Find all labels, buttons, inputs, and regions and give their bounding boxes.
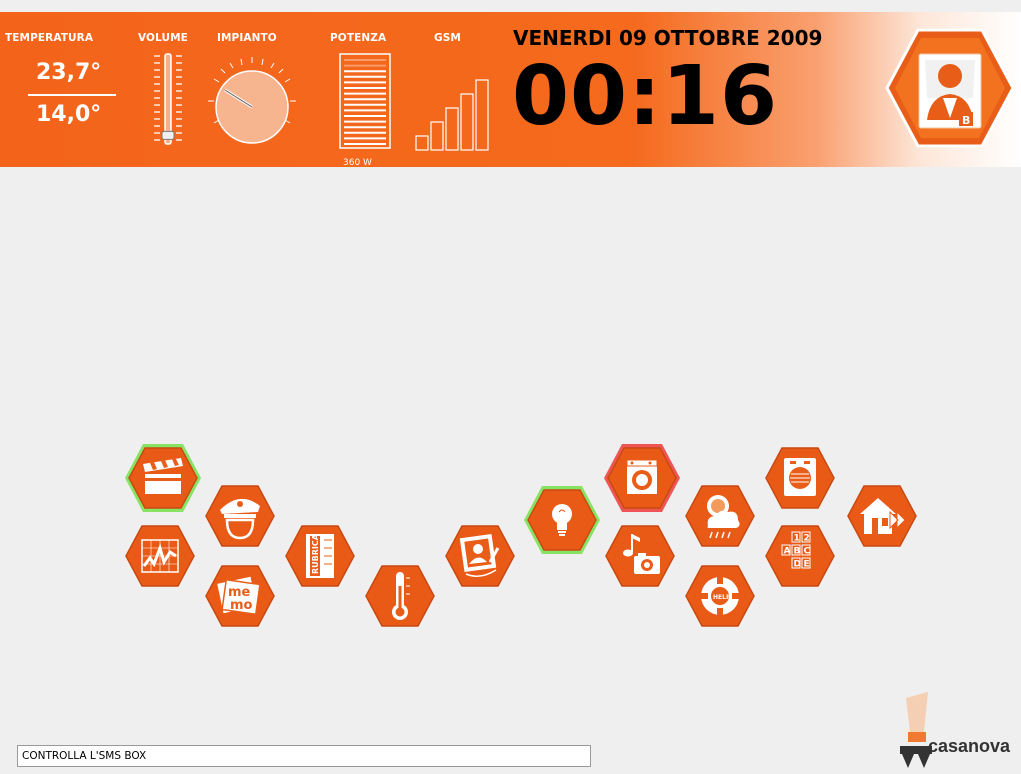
svg-text:mo: mo xyxy=(230,598,253,613)
temperature-outside: 14,0° xyxy=(36,102,102,127)
potenza-label: POTENZA xyxy=(330,32,387,44)
hex-keypad-button[interactable]: 1 2 A B C D E xyxy=(760,518,840,594)
impianto-label: IMPIANTO xyxy=(217,32,277,44)
rubrica-icon: RUBRICA xyxy=(306,533,334,578)
volume-slider[interactable] xyxy=(148,52,188,152)
lifebuoy-icon: HELP xyxy=(701,577,739,615)
gsm-label: GSM xyxy=(434,32,461,44)
clock-display: 00:16 xyxy=(512,49,779,144)
date-display: VENERDI 09 OTTOBRE 2009 xyxy=(513,26,823,50)
keypad-key: A xyxy=(784,547,791,557)
washing-machine-icon xyxy=(626,459,658,494)
user-profile-icon[interactable]: B xyxy=(885,24,1015,154)
svg-text:HELP: HELP xyxy=(713,594,731,601)
hex-help-button[interactable]: HELP xyxy=(680,558,760,634)
hex-appliances-button[interactable] xyxy=(602,440,682,516)
svg-text:RUBRICA: RUBRICA xyxy=(311,533,320,574)
keypad-key: B xyxy=(794,547,801,557)
casanova-logo-icon xyxy=(900,692,932,768)
hex-rubrica-button[interactable]: RUBRICA xyxy=(280,518,360,594)
temperature-label: TEMPERATURA xyxy=(5,32,94,44)
hex-memo-button[interactable]: me mo xyxy=(200,558,280,634)
temperature-inside: 23,7° xyxy=(36,60,102,85)
hex-clapperboard-button[interactable] xyxy=(123,440,203,516)
temperature-divider xyxy=(28,94,116,96)
keypad-key: C xyxy=(804,547,811,557)
gsm-bar xyxy=(475,79,489,151)
hex-thermometer-button[interactable] xyxy=(360,558,440,634)
hex-energy-chart-button[interactable] xyxy=(120,518,200,594)
gsm-bar xyxy=(430,121,444,151)
brand-name: casanova xyxy=(928,736,1011,756)
sms-status-field[interactable] xyxy=(17,745,591,767)
svg-text:B: B xyxy=(962,114,970,127)
potenza-value: 360 W xyxy=(343,158,372,168)
hex-multimedia-button[interactable] xyxy=(600,518,680,594)
hex-lights-button[interactable] xyxy=(522,482,602,558)
gsm-bar xyxy=(460,93,474,151)
gsm-bar xyxy=(415,135,429,151)
hex-radio-button[interactable] xyxy=(760,440,840,516)
impianto-dial[interactable] xyxy=(205,54,299,148)
status-header: TEMPERATURA VOLUME IMPIANTO POTENZA GSM … xyxy=(0,12,1021,168)
potenza-meter xyxy=(339,53,391,149)
keypad-key: E xyxy=(804,560,810,570)
hex-photo-frame-button[interactable] xyxy=(440,518,520,594)
hex-security-button[interactable] xyxy=(200,478,280,554)
hex-weather-button[interactable] xyxy=(680,478,760,554)
keypad-key: 2 xyxy=(804,534,810,544)
gsm-signal-icon xyxy=(415,79,489,151)
volume-label: VOLUME xyxy=(138,32,188,44)
hex-house-button[interactable] xyxy=(842,478,922,554)
radio-icon xyxy=(784,458,816,496)
keypad-key: D xyxy=(794,560,801,570)
keypad-key: 1 xyxy=(794,534,800,544)
gsm-bar xyxy=(445,107,459,151)
clapperboard-icon xyxy=(143,458,183,494)
